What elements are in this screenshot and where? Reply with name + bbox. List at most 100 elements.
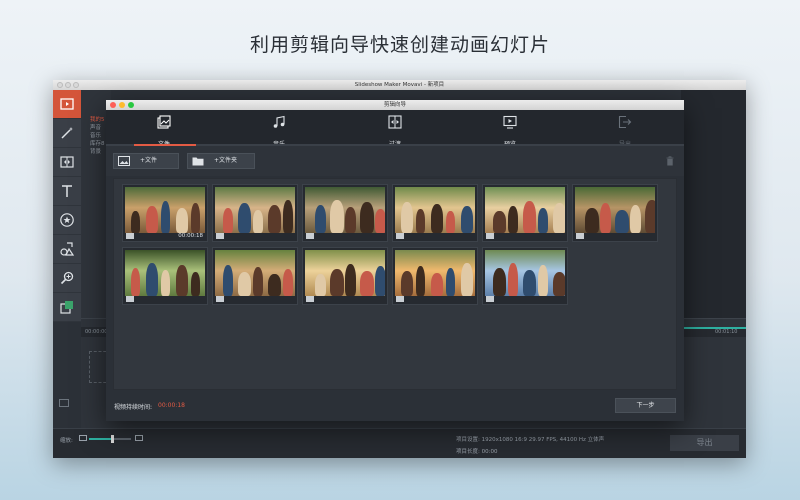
text-icon	[62, 185, 72, 197]
person-silhouette	[431, 273, 443, 296]
person-silhouette	[553, 272, 565, 296]
duration-value: 00:00:18	[158, 402, 185, 409]
star-badge-icon	[60, 213, 74, 227]
media-thumbnail[interactable]	[302, 184, 388, 242]
add-folder-button[interactable]: +文件夹	[187, 153, 255, 169]
media-thumbnail[interactable]	[482, 247, 568, 305]
person-silhouette	[268, 274, 281, 296]
person-silhouette	[600, 203, 611, 233]
person-silhouette	[131, 268, 140, 296]
thumbnail-caption	[393, 295, 477, 304]
tab-export[interactable]: 导出	[595, 110, 655, 148]
photo-preview	[305, 187, 385, 233]
person-silhouette	[523, 270, 536, 296]
media-thumbnail[interactable]	[302, 247, 388, 305]
add-files-button[interactable]: +文件	[113, 153, 179, 169]
person-silhouette	[375, 209, 385, 233]
next-button[interactable]: 下一步	[615, 398, 676, 413]
photo-preview	[215, 250, 295, 296]
person-silhouette	[360, 271, 374, 296]
tool-transitions[interactable]	[53, 148, 81, 177]
person-silhouette	[538, 265, 548, 296]
tool-filters[interactable]	[53, 119, 81, 148]
person-silhouette	[508, 263, 518, 296]
person-silhouette	[146, 206, 158, 233]
person-silhouette	[645, 200, 655, 233]
ruler-start: 00:00:00	[85, 329, 108, 335]
media-thumbnail[interactable]	[122, 247, 208, 305]
wizard-zoom-button[interactable]	[128, 102, 134, 108]
media-thumbnail[interactable]	[392, 184, 478, 242]
tool-zoom[interactable]	[53, 264, 81, 293]
person-silhouette	[191, 272, 200, 296]
zoom-window-button[interactable]	[73, 82, 79, 88]
person-silhouette	[283, 269, 293, 296]
person-silhouette	[615, 210, 629, 233]
tool-import[interactable]	[53, 90, 81, 119]
tool-shapes[interactable]	[53, 235, 81, 264]
wizard-icon	[60, 301, 73, 314]
media-grid: 00:00:18	[113, 178, 677, 390]
person-silhouette	[223, 208, 233, 233]
tab-preview[interactable]: 预览	[480, 110, 540, 148]
add-files-label: +文件	[140, 157, 158, 164]
zoom-slider[interactable]	[89, 435, 131, 443]
media-thumbnail[interactable]	[482, 184, 568, 242]
person-silhouette	[630, 205, 641, 233]
video-camera-icon	[126, 233, 134, 239]
image-icon	[126, 296, 134, 302]
media-thumbnail[interactable]	[572, 184, 658, 242]
thumbnail-caption	[303, 295, 387, 304]
close-window-button[interactable]	[57, 82, 63, 88]
media-thumbnail[interactable]	[212, 247, 298, 305]
wizard-minimize-button[interactable]	[119, 102, 125, 108]
transition-icon	[388, 115, 402, 129]
person-silhouette	[345, 264, 356, 296]
person-silhouette	[401, 271, 413, 296]
person-silhouette	[330, 200, 344, 233]
zoom-in-button-icon[interactable]	[135, 435, 143, 441]
thumbnail-caption	[123, 295, 207, 304]
photo-preview	[485, 250, 565, 296]
tab-music[interactable]: 音乐	[249, 110, 309, 148]
person-silhouette	[223, 265, 233, 296]
slideshow-wizard-dialog: 剪辑向导 文件 音乐 过渡 预览 导出 +文件	[106, 100, 684, 421]
image-icon	[306, 296, 314, 302]
image-icon	[486, 233, 494, 239]
person-silhouette	[191, 203, 200, 233]
wizard-tabs: 文件 音乐 过渡 预览 导出	[106, 110, 684, 148]
export-icon	[618, 115, 632, 129]
person-silhouette	[131, 211, 140, 233]
person-silhouette	[508, 206, 518, 233]
trash-icon[interactable]	[666, 156, 674, 166]
tool-titles[interactable]	[53, 177, 81, 206]
thumbnail-caption	[483, 232, 567, 241]
media-thumbnail[interactable]	[392, 247, 478, 305]
media-thumbnail[interactable]	[212, 184, 298, 242]
tool-stickers[interactable]	[53, 206, 81, 235]
photo-preview	[575, 187, 655, 233]
zoom-in-icon	[60, 271, 74, 285]
zoom-label: 缩放:	[60, 438, 73, 444]
promo-headline: 利用剪辑向导快速创建动画幻灯片	[249, 34, 550, 56]
thumbnail-caption	[573, 232, 657, 241]
zoom-slider-handle[interactable]	[111, 435, 115, 443]
media-thumbnail[interactable]: 00:00:18	[122, 184, 208, 242]
tab-files[interactable]: 文件	[134, 110, 194, 148]
ruler-end: 00:01:10	[715, 329, 738, 335]
person-silhouette	[283, 200, 293, 233]
wizard-toolbar: +文件 +文件夹	[106, 146, 684, 176]
wizard-titlebar: 剪辑向导	[106, 100, 684, 110]
minimize-window-button[interactable]	[65, 82, 71, 88]
person-silhouette	[253, 267, 263, 296]
thumbnail-caption: 00:00:18	[123, 232, 207, 241]
tool-wizard[interactable]	[53, 293, 81, 322]
person-silhouette	[161, 201, 170, 233]
person-silhouette	[538, 208, 548, 233]
wizard-close-button[interactable]	[110, 102, 116, 108]
zoom-out-icon[interactable]	[79, 435, 87, 441]
image-icon	[576, 233, 584, 239]
export-button[interactable]: 导出	[670, 435, 739, 451]
person-silhouette	[268, 205, 281, 233]
tab-transitions[interactable]: 过渡	[365, 110, 425, 148]
